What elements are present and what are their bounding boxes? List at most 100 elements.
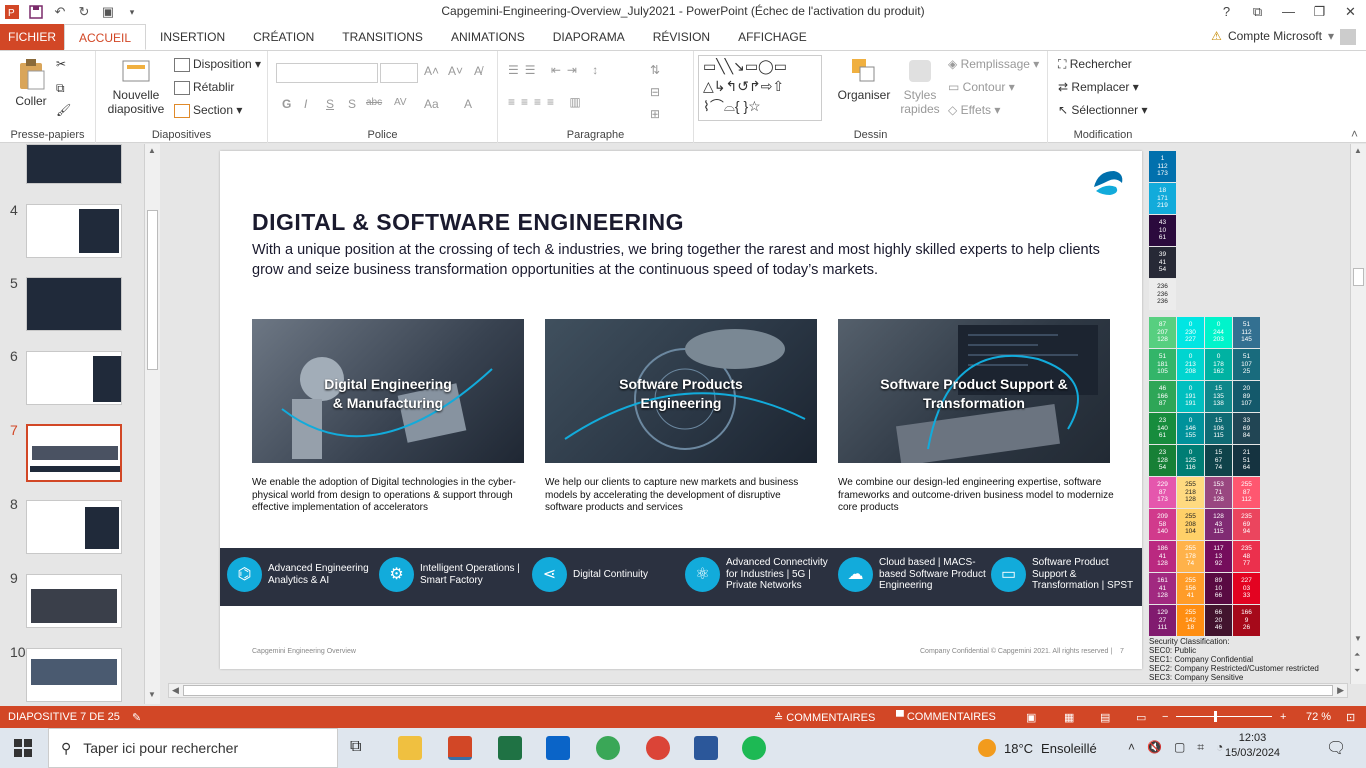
section-button[interactable]: Section ▾ <box>174 103 242 118</box>
horizontal-scrollbar[interactable]: ◀ ▶ <box>168 683 1348 698</box>
smartart-icon[interactable]: ⊞ <box>650 107 660 121</box>
font-shrink-icon[interactable]: A˅ <box>448 64 463 78</box>
zoom-slider[interactable] <box>1176 711 1272 722</box>
shadow-button[interactable]: S <box>348 97 356 111</box>
zoom-out-button[interactable]: − <box>1162 711 1168 723</box>
mail-taskbar-icon[interactable] <box>546 736 570 760</box>
reading-view-icon[interactable]: ▤ <box>1100 711 1110 724</box>
list-buttons[interactable]: ☰☰ ⇤⇥ ↕ <box>508 63 604 77</box>
chrome-taskbar-icon[interactable] <box>596 736 620 760</box>
bold-button[interactable]: G <box>282 97 291 111</box>
align-text-icon[interactable]: ⊟ <box>650 85 660 99</box>
paste-button[interactable]: Coller <box>10 57 52 108</box>
system-tray-icons[interactable]: ˄🔇▢⌗◔ <box>1128 740 1235 755</box>
thumbnail-slide-6[interactable] <box>26 351 122 405</box>
tab-diaporama[interactable]: DIAPORAMA <box>539 24 639 50</box>
tab-fichier[interactable]: FICHIER <box>0 24 64 50</box>
taskbar-search[interactable]: ⚲ Taper ici pour rechercher <box>48 728 338 768</box>
tab-animations[interactable]: ANIMATIONS <box>437 24 539 50</box>
normal-view-icon[interactable]: ▣ <box>1026 711 1036 724</box>
arrange-button[interactable]: Organiser <box>834 57 894 102</box>
format-painter-icon[interactable]: 🖌 <box>56 103 71 117</box>
zoom-level[interactable]: 72 % <box>1306 711 1331 723</box>
card-description[interactable]: We combine our design-led engineering ex… <box>838 477 1114 515</box>
thumbnail-slide-10[interactable] <box>26 648 122 702</box>
excel-taskbar-icon[interactable] <box>498 736 522 760</box>
scroll-up-icon[interactable]: ▲ <box>148 146 156 155</box>
present-icon[interactable]: ▣ <box>96 0 120 24</box>
undo-icon[interactable]: ↶ <box>48 0 72 24</box>
layout-button[interactable]: Disposition ▾ <box>174 57 261 72</box>
text-direction-icon[interactable]: ⇅ <box>650 63 660 77</box>
restore-button[interactable]: ❐ <box>1304 0 1335 24</box>
scroll-thumb[interactable] <box>1353 268 1364 286</box>
thumbnail-slide-4[interactable] <box>26 204 122 258</box>
word-taskbar-icon[interactable] <box>694 736 718 760</box>
comments-button[interactable]: ▀ COMMENTAIRES <box>896 711 996 723</box>
italic-button[interactable]: I <box>304 97 307 111</box>
card-description[interactable]: We help our clients to capture new marke… <box>545 477 821 515</box>
ribbon-display-button[interactable]: ⧉ <box>1242 0 1273 24</box>
scroll-right-icon[interactable]: ▶ <box>1337 685 1344 696</box>
scroll-down-icon[interactable]: ▼ <box>148 690 156 699</box>
find-button[interactable]: ⛶ Rechercher <box>1058 57 1132 72</box>
thumbnail-slide-7[interactable] <box>26 424 122 482</box>
font-grow-icon[interactable]: A˄ <box>424 64 439 78</box>
windows-start-icon[interactable] <box>14 739 32 760</box>
spotify-taskbar-icon[interactable] <box>742 736 766 760</box>
tab-creation[interactable]: CRÉATION <box>239 24 328 50</box>
scroll-thumb[interactable] <box>147 210 158 370</box>
close-button[interactable]: ✕ <box>1335 0 1366 24</box>
redo-icon[interactable]: ↻ <box>72 0 96 24</box>
collapse-ribbon-icon[interactable]: ˄ <box>1351 127 1358 141</box>
shape-effects-button[interactable]: ◇ Effets ▾ <box>948 103 1000 117</box>
tab-accueil[interactable]: ACCUEIL <box>64 24 147 50</box>
card-description[interactable]: We enable the adoption of Digital techno… <box>252 477 528 515</box>
font-color-button[interactable]: A <box>464 97 472 111</box>
notifications-icon[interactable]: 🗨 <box>1326 738 1346 758</box>
reset-button[interactable]: Rétablir <box>174 80 234 95</box>
new-slide-button[interactable]: Nouvelle diapositive <box>104 57 168 116</box>
copy-icon[interactable]: ⧉ <box>56 81 65 96</box>
shape-outline-button[interactable]: ▭ Contour ▾ <box>948 80 1015 94</box>
slide-subtitle[interactable]: With a unique position at the crossing o… <box>252 240 1122 280</box>
zoom-slider-thumb[interactable] <box>1214 711 1217 722</box>
thumbnail-slide-9[interactable] <box>26 574 122 628</box>
task-view-icon[interactable]: ⧉ <box>350 738 361 756</box>
case-button[interactable]: Aa <box>424 97 439 111</box>
tab-affichage[interactable]: AFFICHAGE <box>724 24 821 50</box>
scroll-left-icon[interactable]: ◀ <box>172 685 179 696</box>
shapes-gallery[interactable]: ▭╲╲↘▭◯▭ △↳↰↺↱⇨⇧ ⌇⌒⌓{ }☆ <box>698 55 822 121</box>
thumbnail-slide-8[interactable] <box>26 500 122 554</box>
minimize-button[interactable]: — <box>1273 0 1304 24</box>
strikethrough-button[interactable]: abc <box>366 97 382 108</box>
zoom-in-button[interactable]: + <box>1280 711 1286 723</box>
save-icon[interactable] <box>24 0 48 24</box>
help-button[interactable]: ? <box>1211 0 1242 24</box>
capabilities-band[interactable]: ⌬ Advanced Engineering Analytics & AI ⚙ In… <box>220 548 1142 606</box>
align-buttons[interactable]: ≡≡≡≡ ▥ <box>508 95 587 109</box>
font-size-select[interactable] <box>380 63 418 83</box>
scroll-thumb[interactable] <box>183 685 1333 696</box>
fit-slide-icon[interactable]: ⊡ <box>1346 711 1355 724</box>
clock[interactable]: 12:03 15/03/2024 <box>1225 731 1280 761</box>
customize-qat-icon[interactable]: ▾ <box>120 0 144 24</box>
notes-button[interactable]: ≙ COMMENTAIRES <box>774 711 875 724</box>
shape-fill-button[interactable]: ◈ Remplissage ▾ <box>948 57 1039 71</box>
slide-title[interactable]: DIGITAL & SOFTWARE ENGINEERING <box>252 209 684 236</box>
card-software-support[interactable]: Software Product Support & Transformation <box>838 319 1110 463</box>
slide-canvas[interactable]: DIGITAL & SOFTWARE ENGINEERING With a un… <box>220 151 1142 669</box>
scroll-up-icon[interactable]: ▲ <box>1354 146 1362 155</box>
card-digital-engineering[interactable]: Digital Engineering & Manufacturing <box>252 319 524 463</box>
underline-button[interactable]: S <box>326 97 334 111</box>
thumbnail-slide-3[interactable] <box>26 144 122 184</box>
scroll-down-icon[interactable]: ▼ <box>1354 634 1362 643</box>
thumbnails-scrollbar[interactable]: ▲ ▼ <box>144 144 160 704</box>
spellcheck-icon[interactable]: ✎ <box>132 711 141 724</box>
tab-insertion[interactable]: INSERTION <box>146 24 239 50</box>
tab-transitions[interactable]: TRANSITIONS <box>328 24 437 50</box>
powerpoint-taskbar-icon[interactable] <box>448 736 472 760</box>
font-name-select[interactable] <box>276 63 378 83</box>
tab-revision[interactable]: RÉVISION <box>639 24 724 50</box>
slide-vertical-scrollbar[interactable]: ▲ ▼ ⏶ ⏷ <box>1350 144 1366 684</box>
